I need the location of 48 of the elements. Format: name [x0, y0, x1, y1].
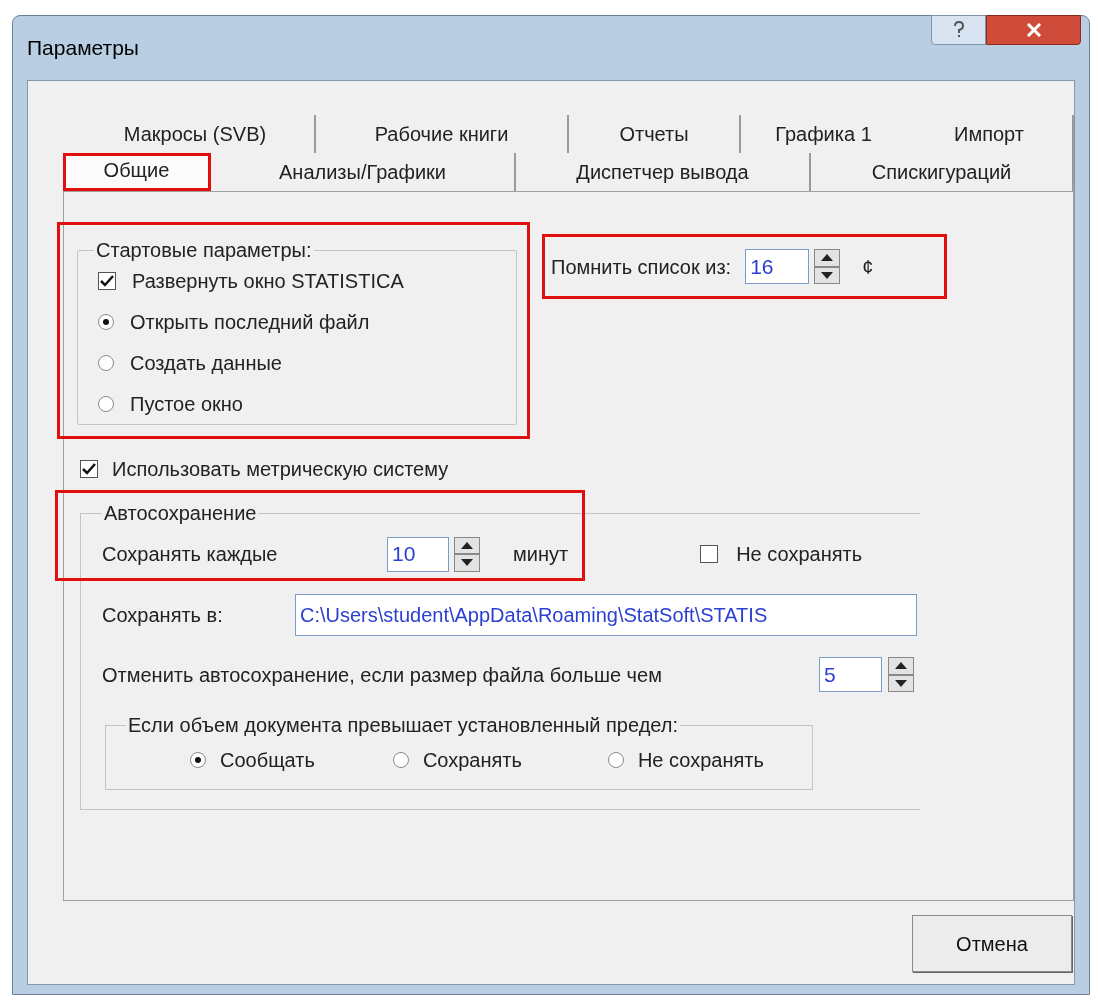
up-arrow-icon: [895, 662, 907, 670]
spin-up-button[interactable]: [454, 536, 480, 554]
window-title: Параметры: [27, 35, 140, 62]
close-button[interactable]: [986, 15, 1081, 45]
path-field[interactable]: C:\Users\student\AppData\Roaming\StatSoft\STATIS: [295, 594, 917, 636]
radio-button[interactable]: [98, 396, 114, 412]
radio-button[interactable]: [392, 752, 409, 768]
option-label: Пустое окно: [130, 392, 243, 417]
option-label: Не сохранять: [736, 542, 863, 567]
radio-button[interactable]: [190, 752, 206, 768]
size-limit-field[interactable]: 5: [819, 657, 882, 692]
option-label: Использовать метрическую систему: [112, 457, 449, 482]
field-label: Отменить автосохранение, если размер файла больше чем: [102, 662, 663, 688]
field-label: Помнить список из:: [551, 254, 732, 280]
down-arrow-icon: [821, 271, 834, 279]
group-title: Стартовые параметры:: [95, 238, 313, 263]
help-button[interactable]: [931, 15, 986, 45]
field-label: Сохранять каждые: [102, 542, 279, 567]
checkbox[interactable]: [98, 272, 116, 290]
option-label: Создать данные: [130, 351, 282, 376]
close-icon: [1025, 23, 1042, 37]
option-label: Сохранять: [422, 748, 522, 773]
radio-button[interactable]: [98, 314, 114, 330]
recent-count-field[interactable]: 16: [745, 249, 810, 284]
group-title: Автосохранение: [103, 501, 258, 526]
option-label: Открыть последний файл: [130, 310, 370, 335]
option-label: Развернуть окно STATISTICA: [132, 269, 404, 294]
up-arrow-icon: [821, 254, 834, 262]
unit-label: ¢: [862, 254, 874, 280]
radio-button[interactable]: [98, 355, 114, 371]
unit-label: минут: [513, 542, 569, 567]
option-label: Сообщать: [220, 748, 315, 773]
tab[interactable]: Общие: [63, 153, 211, 191]
down-arrow-icon: [461, 559, 473, 567]
cancel-button[interactable]: Отмена: [912, 915, 1072, 972]
checkbox[interactable]: [700, 545, 719, 563]
interval-field[interactable]: 10: [387, 536, 449, 572]
checkbox[interactable]: [80, 460, 98, 478]
spin-up-button[interactable]: [888, 657, 914, 675]
spin-up-button[interactable]: [814, 249, 841, 267]
option-label: Не сохранять: [637, 748, 764, 773]
spin-down-button[interactable]: [454, 554, 480, 572]
group-title: Если объем документа превышает установленный предел:: [127, 713, 679, 738]
radio-button[interactable]: [607, 752, 624, 768]
help-icon: [952, 21, 965, 39]
down-arrow-icon: [895, 679, 907, 687]
up-arrow-icon: [461, 541, 473, 549]
field-label: Сохранять в:: [102, 603, 224, 628]
